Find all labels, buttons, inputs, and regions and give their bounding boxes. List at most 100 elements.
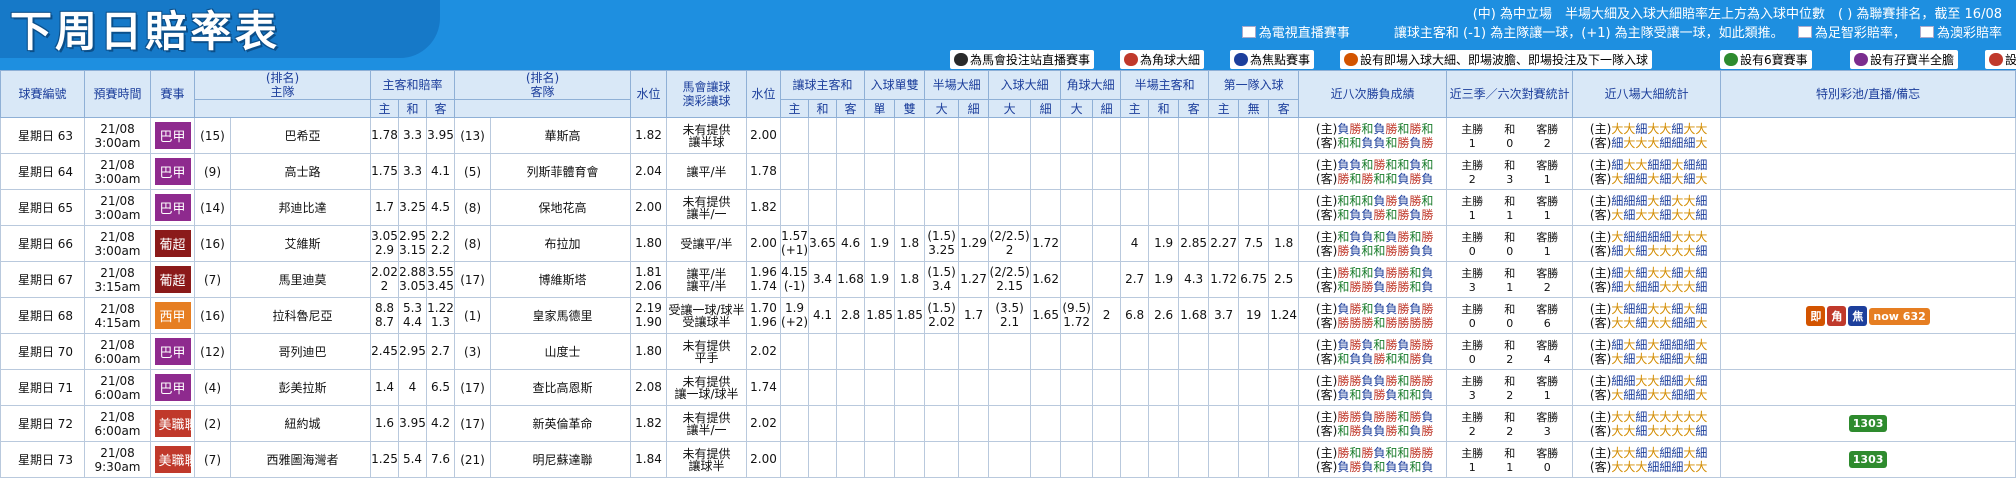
tv1303-badge[interactable]: 1303 — [1848, 451, 1888, 468]
odds-cell-a: 4.5 — [425, 189, 456, 226]
col-ft-a: 客 — [1268, 99, 1300, 118]
fts-cell — [1268, 153, 1300, 190]
ooe-cell — [864, 189, 896, 226]
league-cell: 巴甲 — [150, 369, 195, 406]
legend-label: 設有即場入球大細、即場波膽、即場投注及下一隊入球 — [1360, 53, 1649, 67]
ooe-cell — [864, 333, 896, 370]
fha-cell — [1120, 189, 1150, 226]
corner-badge[interactable]: 角 — [1827, 305, 1847, 326]
handicap-cell: 未有提供 讓半球 — [666, 117, 748, 154]
water-2: 2.00 — [750, 127, 777, 142]
fha-cell — [1148, 117, 1180, 154]
hil-cell: (2/2.5) 2.15 — [988, 261, 1032, 298]
kickoff-cell: 21/08 3:00am — [84, 189, 151, 226]
col-ft-none: 無 — [1238, 99, 1270, 118]
h2h-count: 2 — [1447, 172, 1498, 187]
h2h-grid: 主勝和客勝 0 0 6 — [1447, 300, 1572, 331]
home-team: 西雅圖海灣者 — [230, 441, 371, 478]
chl-cell — [1060, 261, 1094, 298]
odds-a: 6.5 — [430, 379, 451, 394]
tv1303-badge[interactable]: 1303 — [1848, 415, 1888, 432]
h2h-count: 4 — [1522, 352, 1572, 367]
match-row[interactable]: 星期日 66 21/08 3:00am 葡超 (16) 艾維斯 3.05 2.9 2.95 3.1… — [0, 225, 2016, 262]
last8-home: (主)負勝和負勝和勝和 — [1315, 121, 1434, 136]
match-row[interactable]: 星期日 70 21/08 6:00am 巴甲 (12) 哥列迪巴 2.45 2.95 2.7 (3… — [0, 333, 2016, 370]
fha-cell — [1178, 333, 1210, 370]
match-row[interactable]: 星期日 63 21/08 3:00am 巴甲 (15) 巴希亞 1.78 3.3 3.95 (13… — [0, 117, 2016, 154]
away-rank: (13) — [454, 117, 492, 154]
handicap-macau: 平手 — [694, 350, 719, 365]
hil-cell: 1.65 — [1030, 297, 1062, 334]
odds-cell-h: 1.78 — [370, 117, 399, 154]
col-fa-h: 主 — [1120, 99, 1150, 118]
match-row[interactable]: 星期日 71 21/08 6:00am 巴甲 (4) 彭美拉斯 1.4 4 6.5 (17) 查比高… — [0, 369, 2016, 406]
h2h-label: 客勝 — [1522, 264, 1572, 281]
last8-cell: (主)和負負和負勝和勝 (客)勝負和和勝勝負負 — [1298, 225, 1448, 262]
col-away: (排名) 客隊 — [454, 70, 632, 100]
league-badge: 西甲 — [154, 302, 191, 329]
h2h-label: 主勝 — [1447, 336, 1498, 353]
h2h-cell: 主勝和客勝 1 0 2 — [1446, 117, 1574, 154]
water-1: 2.19 — [635, 300, 662, 315]
fts-odds: 1.72 — [1210, 271, 1238, 286]
live-badge[interactable]: 即 — [1806, 305, 1826, 326]
six-icon — [1724, 53, 1738, 66]
away-team: 布拉加 — [490, 225, 632, 262]
match-row[interactable]: 星期日 64 21/08 3:00am 巴甲 (9) 高士路 1.75 3.3 4.1 (5) 列斯… — [0, 153, 2016, 190]
match-row[interactable]: 星期日 68 21/08 4:15am 西甲 (16) 拉科魯尼亞 8.8 8.7 5.3 4.4… — [0, 297, 2016, 334]
match-row[interactable]: 星期日 65 21/08 3:00am 巴甲 (14) 邦迪比達 1.7 3.25 4.5 (8)… — [0, 189, 2016, 226]
last8-away: (客)勝勝勝和勝勝勝勝 — [1315, 315, 1434, 330]
focus-badge[interactable]: 焦 — [1848, 305, 1868, 326]
h2h-cell: 主勝和客勝 3 2 1 — [1446, 369, 1574, 406]
macau-square-icon — [1919, 26, 1934, 38]
match-row[interactable]: 星期日 73 21/08 9:30am 美職聯 (7) 西雅圖海灣者 1.25 5.4 7.6(… — [0, 441, 2016, 478]
h2h-label: 和 — [1497, 156, 1523, 173]
home-team: 紐約城 — [230, 405, 371, 442]
col-ooe: 入球單雙 — [864, 70, 926, 100]
water-1: 1.80 — [635, 235, 662, 250]
fha-cell: 4 — [1120, 225, 1150, 262]
col-hh-a: 客 — [836, 99, 866, 118]
fts-cell — [1238, 153, 1270, 190]
match-time: 4:15am — [94, 315, 141, 330]
hhad-odds: 1.57 — [781, 228, 808, 243]
match-row[interactable]: 星期日 67 21/08 3:15am 葡超 (7) 馬里迪莫 2.02 2 2.88 3.05 3… — [0, 261, 2016, 298]
legend-label: 為焦點賽事 — [1250, 53, 1311, 67]
h2h-grid: 主勝和客勝 0 2 4 — [1447, 336, 1572, 367]
odds-cell-a: 6.5 — [425, 369, 456, 406]
corner-icon — [1124, 53, 1138, 66]
fhl-line: (1.5) — [927, 228, 956, 243]
col-away-sub — [454, 99, 632, 118]
match-row[interactable]: 星期日 72 21/08 6:00am 美職聯 (2) 紐約城 1.6 3.95 4.2 (17)… — [0, 405, 2016, 442]
fhl-odds: 1.27 — [960, 271, 987, 286]
col-ch-hi: 大 — [1060, 99, 1094, 118]
last8hl-cell: (主)細大細大大細大細 (客)細大細細大大大細 — [1572, 261, 1722, 298]
hhad-cell: 4.6 — [836, 225, 866, 262]
notes-cell — [1720, 117, 2016, 154]
match-number: 星期日 67 — [0, 261, 85, 298]
fha-cell — [1178, 153, 1210, 190]
ooe-odds: 1.9 — [870, 271, 890, 286]
fhl-cell — [958, 117, 990, 154]
h2h-label: 客勝 — [1522, 336, 1572, 353]
col-match-no: 球賽編號 — [0, 70, 85, 118]
legend-label: 為角球大細 — [1140, 53, 1201, 67]
fts-cell — [1268, 117, 1300, 154]
col-fha: 半場主客和 — [1120, 70, 1210, 100]
odds-cell-a: 3.95 — [425, 117, 456, 154]
h2h-label: 客勝 — [1522, 408, 1572, 425]
water-cell-1: 1.80 — [630, 225, 668, 262]
fhl-odds: 3.4 — [932, 278, 952, 293]
odds-cell-a: 4.2 — [425, 405, 456, 442]
col-line2: 水位 — [746, 70, 782, 118]
odds-a: 1.22 — [427, 300, 454, 315]
fhl-cell — [924, 117, 960, 154]
home-rank: (4) — [194, 369, 231, 406]
ooe-cell — [894, 405, 926, 442]
now632-badge[interactable]: now 632 — [1869, 307, 1930, 325]
fha-cell — [1148, 189, 1180, 226]
fts-cell — [1268, 189, 1300, 226]
last8-home: (主)勝勝負勝勝和勝負 — [1315, 409, 1434, 424]
last8-cell: (主)勝勝負勝勝和勝負 (客)和勝負負勝和負勝 — [1298, 405, 1448, 442]
last8-home: (主)和負負和負勝和勝 — [1315, 229, 1434, 244]
